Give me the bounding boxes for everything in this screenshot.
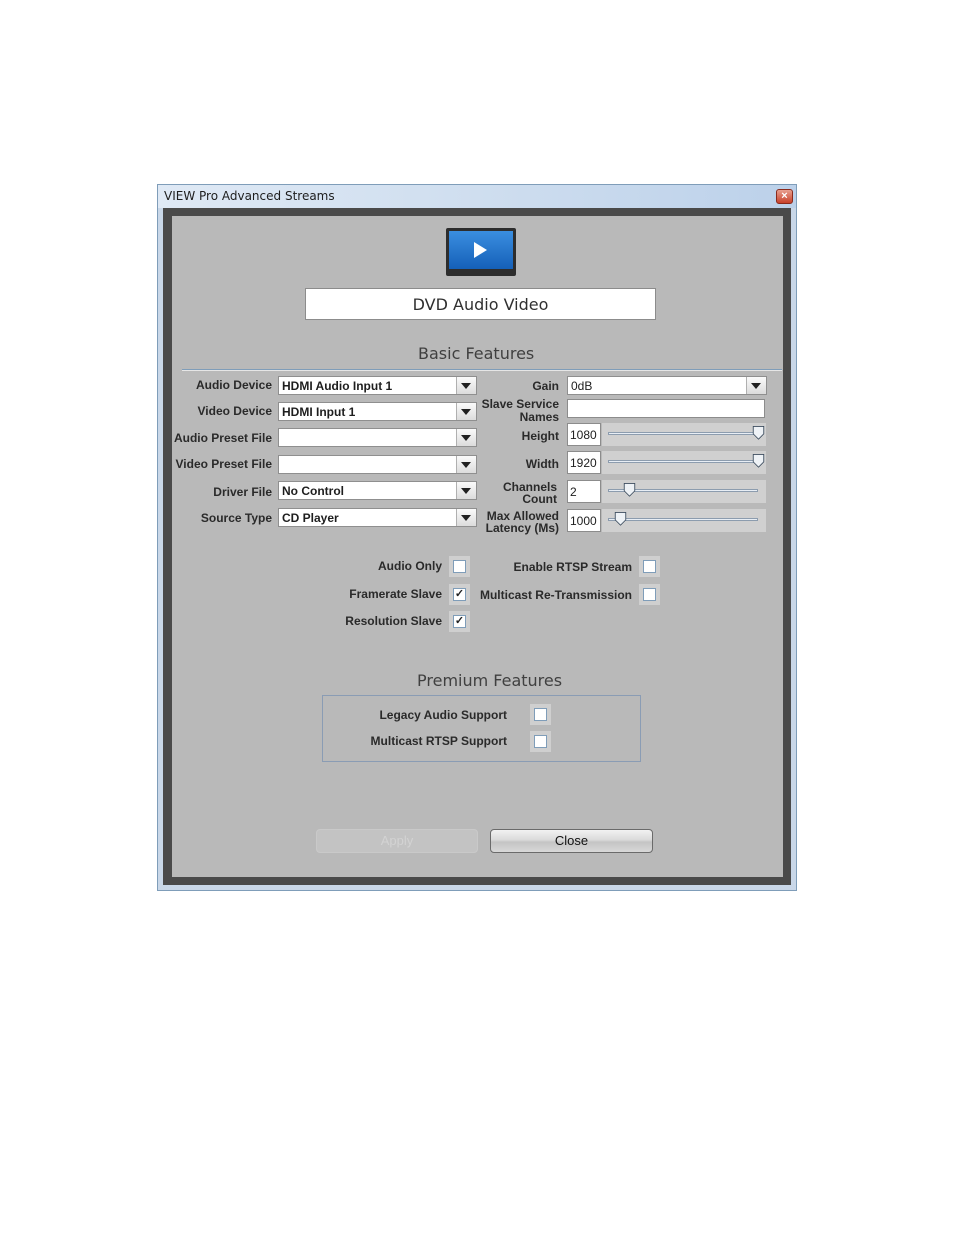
width-slider-track[interactable] [608, 460, 758, 463]
video-device-label: Video Device [197, 404, 272, 418]
source-type-value: CD Player [282, 511, 339, 525]
close-button[interactable]: Close [490, 829, 653, 853]
driver-file-select[interactable]: No Control [278, 481, 477, 500]
latency-slider-thumb[interactable] [614, 512, 627, 526]
checkbox-box [534, 708, 547, 721]
checkbox-box [534, 735, 547, 748]
video-preset-select[interactable] [278, 455, 477, 474]
latency-label-line2: Latency (Ms) [485, 521, 559, 535]
gain-value: 0dB [571, 379, 593, 393]
video-device-value: HDMI Input 1 [282, 405, 356, 419]
chevron-down-icon[interactable] [746, 377, 766, 394]
audio-only-label: Audio Only [378, 559, 442, 573]
gain-select[interactable]: 0dB [567, 376, 767, 395]
multicast-retransmission-checkbox[interactable] [639, 584, 660, 605]
legacy-audio-label: Legacy Audio Support [379, 708, 507, 722]
width-input[interactable] [567, 451, 601, 474]
height-input[interactable] [567, 423, 601, 446]
latency-input[interactable] [567, 509, 601, 532]
checkbox-box [453, 560, 466, 573]
apply-button[interactable]: Apply [316, 829, 478, 853]
enable-rtsp-label: Enable RTSP Stream [513, 560, 633, 574]
multicast-rtsp-checkbox[interactable] [530, 731, 551, 752]
window-border-right [791, 208, 796, 889]
video-device-select[interactable]: HDMI Input 1 [278, 402, 477, 421]
video-preset-label: Video Preset File [175, 457, 273, 471]
audio-only-checkbox[interactable] [449, 556, 470, 577]
driver-file-value: No Control [282, 484, 344, 498]
channels-slider-thumb[interactable] [623, 483, 636, 497]
play-triangle-icon [474, 242, 487, 258]
multicast-rtsp-label: Multicast RTSP Support [370, 734, 507, 748]
latency-slider-track[interactable] [608, 518, 758, 521]
slave-names-label-line2: Names [519, 410, 559, 424]
framerate-slave-checkbox[interactable]: ✓ [449, 584, 470, 605]
checkbox-box: ✓ [453, 588, 466, 601]
height-slider-track[interactable] [608, 432, 758, 435]
section-divider [182, 369, 782, 371]
channels-label-line2: Count [522, 492, 557, 506]
gain-label: Gain [532, 379, 559, 393]
height-label: Height [521, 429, 559, 443]
checkbox-box [643, 588, 656, 601]
audio-device-select[interactable]: HDMI Audio Input 1 [278, 376, 477, 395]
audio-device-label: Audio Device [195, 378, 272, 392]
premium-features-title: Premium Features [417, 671, 563, 690]
width-label: Width [525, 457, 559, 471]
channels-input[interactable] [567, 480, 601, 503]
resolution-slave-checkbox[interactable]: ✓ [449, 611, 470, 632]
source-type-select[interactable]: CD Player [278, 508, 477, 527]
checkbox-box [643, 560, 656, 573]
legacy-audio-checkbox[interactable] [530, 704, 551, 725]
stream-name-input[interactable] [305, 288, 656, 320]
driver-file-label: Driver File [213, 485, 272, 499]
enable-rtsp-checkbox[interactable] [639, 556, 660, 577]
audio-device-value: HDMI Audio Input 1 [282, 379, 393, 393]
checkbox-box: ✓ [453, 615, 466, 628]
basic-features-title: Basic Features [418, 344, 535, 363]
width-slider-thumb[interactable] [752, 454, 765, 468]
audio-preset-label: Audio Preset File [173, 431, 272, 445]
window-close-icon[interactable]: × [776, 189, 793, 204]
premium-features-group [322, 695, 641, 762]
source-type-label: Source Type [200, 511, 272, 525]
slave-service-names-input[interactable] [567, 399, 765, 418]
framerate-slave-label: Framerate Slave [349, 587, 442, 601]
multicast-retransmission-label: Multicast Re-Transmission [479, 588, 632, 602]
audio-preset-select[interactable] [278, 428, 477, 447]
resolution-slave-label: Resolution Slave [345, 614, 442, 628]
height-slider-thumb[interactable] [752, 426, 765, 440]
window-title: VIEW Pro Advanced Streams [164, 189, 335, 203]
